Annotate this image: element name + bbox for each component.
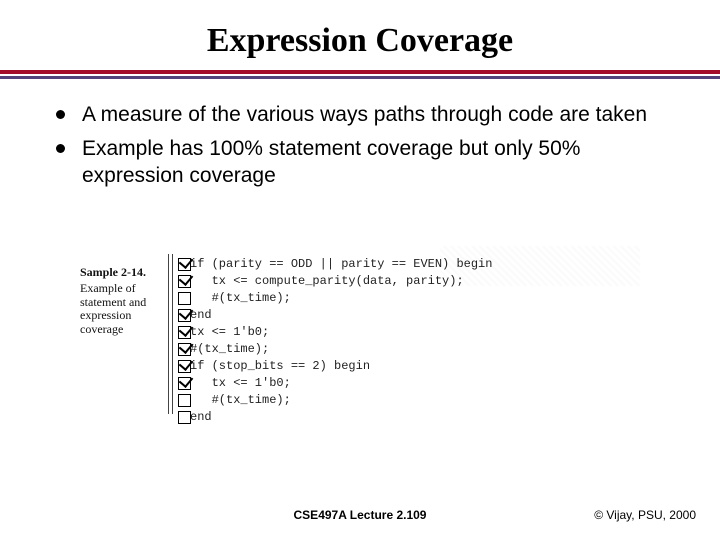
figure-caption-bold: Sample 2-14. [80,266,170,280]
slide-title: Expression Coverage [0,0,720,70]
code-listing: if (parity == ODD || parity == EVEN) beg… [190,256,492,426]
divider [0,70,720,80]
figure: Sample 2-14. Example of statement and ex… [120,250,620,430]
figure-caption: Sample 2-14. Example of statement and ex… [80,266,170,337]
divider-purple [0,76,720,79]
figure-caption-text: Example of statement and expression cove… [80,281,146,336]
divider-red [0,70,720,74]
body: A measure of the various ways paths thro… [0,80,720,189]
figure-separator [168,254,178,414]
bullet-item: A measure of the various ways paths thro… [56,102,672,128]
bullet-item: Example has 100% statement coverage but … [56,136,672,189]
footer-right: © Vijay, PSU, 2000 [594,508,696,522]
slide: Expression Coverage A measure of the var… [0,0,720,540]
bullet-list: A measure of the various ways paths thro… [56,102,672,189]
